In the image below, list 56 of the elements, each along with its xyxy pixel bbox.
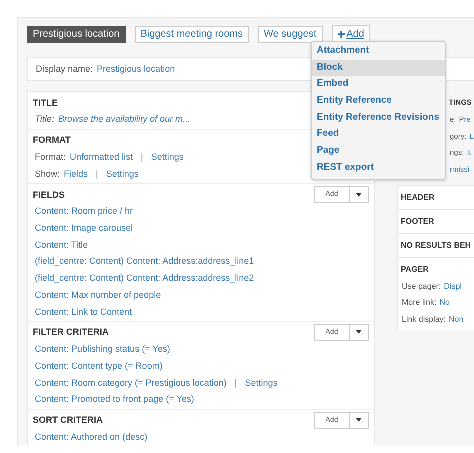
field-label: Title: — [35, 114, 54, 124]
section-heading: FORMAT — [33, 135, 71, 146]
separator: | — [141, 152, 144, 162]
setting-link[interactable]: Content: Promoted to front page (= Yes) — [35, 394, 194, 404]
setting-link[interactable]: (field_centre: Content) Content: Address:address_line1 — [35, 256, 254, 266]
setting-link[interactable]: Content: Publishing status (= Yes) — [35, 344, 170, 354]
section-heading: NO RESULTS BEH — [401, 240, 472, 250]
section-heading: FOOTER — [401, 216, 434, 226]
separator: | — [234, 378, 238, 388]
setting-link[interactable]: (field_centre: Content) Content: Address:address_line2 — [35, 273, 254, 284]
caret-icon — [356, 192, 362, 197]
menu-item[interactable]: Embed — [312, 76, 444, 94]
field-label: Link display: — [402, 314, 446, 324]
menu-item[interactable]: REST export — [312, 160, 444, 176]
menu-item[interactable]: Attachment — [312, 43, 444, 60]
menu-item[interactable]: Entity Reference — [312, 93, 444, 110]
setting-link[interactable]: Content: Max number of people — [35, 290, 162, 300]
setting-link[interactable]: Settings — [151, 152, 184, 162]
section-heading: PAGER — [401, 264, 429, 274]
setting-link[interactable]: Content: Link to Content — [35, 306, 132, 317]
display-name-link[interactable]: Prestigious location — [97, 64, 176, 74]
menu-item[interactable]: Block — [312, 60, 444, 76]
caret-icon — [356, 330, 362, 334]
field-label: Format: — [35, 152, 66, 162]
setting-link[interactable]: Content: Room price / hr — [35, 206, 134, 216]
display-tab[interactable]: Prestigious location — [27, 26, 126, 42]
section-heading: HEADER — [401, 192, 435, 202]
field-label: Display name: — [36, 64, 94, 74]
setting-link[interactable]: Settings — [106, 168, 139, 179]
setting-link[interactable]: Displ — [444, 282, 462, 291]
setting-link[interactable]: Content: Room category (= Prestigious location) — [35, 378, 227, 388]
field-label: Show: — [35, 168, 60, 179]
setting-link[interactable]: Browse the availability of our m... — [58, 114, 190, 124]
setting-link[interactable]: Content: Content type (= Room) — [35, 360, 163, 371]
section-heading: SORT CRITERIA — [33, 415, 104, 426]
menu-item[interactable]: Entity Reference Revisions — [312, 110, 444, 126]
plus-icon — [338, 31, 345, 38]
setting-link[interactable]: Content: Authored on (desc) — [35, 432, 148, 442]
caret-icon — [356, 418, 362, 422]
setting-link[interactable]: Content: Title — [35, 240, 88, 250]
section-heading: FILTER CRITERIA — [33, 327, 109, 338]
field-label: More link: — [402, 298, 437, 308]
section-heading: TITLE — [33, 98, 58, 108]
setting-link[interactable]: No — [440, 298, 450, 308]
setting-link[interactable]: Settings — [245, 378, 278, 388]
separator: | — [96, 168, 98, 179]
setting-link[interactable]: Non — [449, 314, 464, 324]
display-tab[interactable]: We suggest — [258, 26, 323, 42]
setting-link[interactable]: Content: Image carousel — [35, 223, 134, 234]
menu-item[interactable]: Feed — [312, 126, 444, 144]
setting-link[interactable]: Fields — [64, 168, 88, 179]
display-tab[interactable]: Biggest meeting rooms — [134, 26, 249, 42]
setting-link[interactable]: Unformatted list — [70, 152, 134, 162]
section-heading: FIELDS — [33, 190, 66, 200]
menu-item[interactable]: Page — [312, 143, 444, 160]
field-label: Use pager: — [402, 282, 442, 291]
